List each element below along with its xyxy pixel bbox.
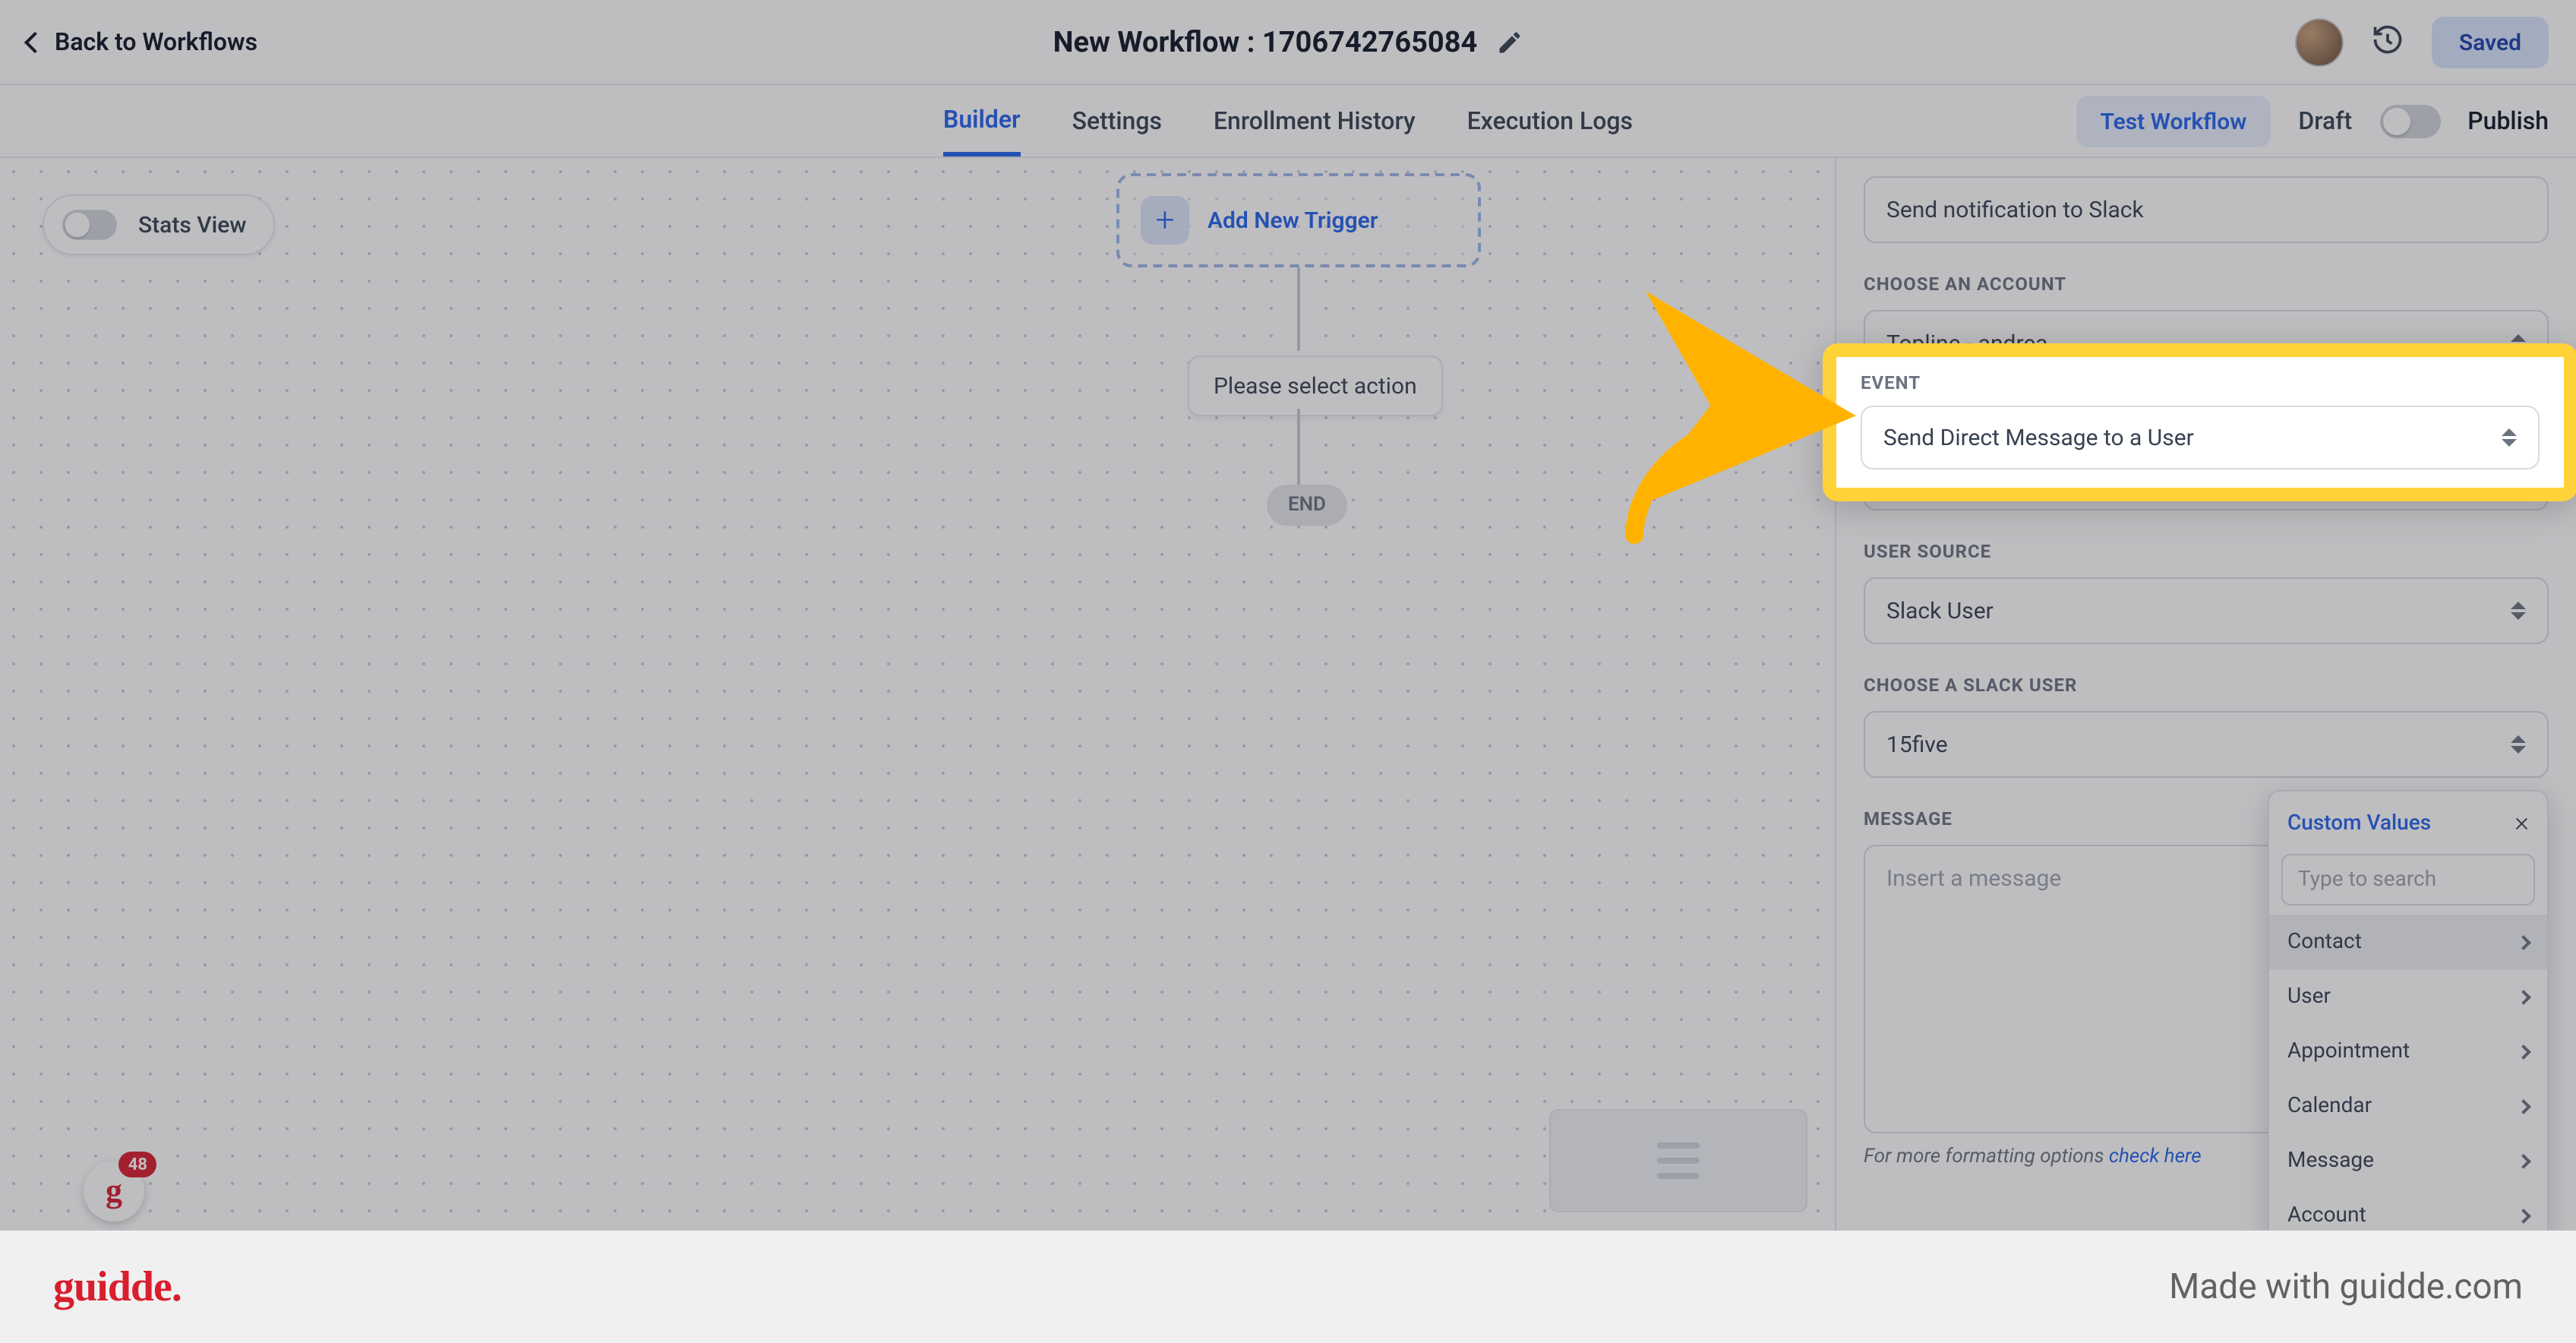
draft-label: Draft bbox=[2298, 106, 2352, 135]
action-name-field[interactable]: Send notification to Slack bbox=[1864, 176, 2549, 243]
chevron-left-icon bbox=[24, 31, 46, 52]
popover-item-calendar[interactable]: Calendar bbox=[2269, 1079, 2547, 1133]
close-icon[interactable]: × bbox=[2514, 807, 2529, 839]
edit-title-button[interactable] bbox=[1495, 28, 1523, 55]
tab-builder[interactable]: Builder bbox=[943, 86, 1021, 156]
popover-search-input[interactable]: Type to search bbox=[2281, 854, 2535, 905]
chevron-right-icon bbox=[2516, 1044, 2531, 1059]
stats-view-toggle[interactable]: Stats View bbox=[43, 194, 276, 255]
guidde-widget[interactable]: g 48 bbox=[84, 1161, 144, 1221]
add-new-trigger[interactable]: + Add New Trigger bbox=[1116, 173, 1481, 267]
tutorial-arrow-icon bbox=[1607, 383, 1850, 550]
placeholder-action-card[interactable]: Please select action bbox=[1188, 356, 1443, 416]
workflow-title: New Workflow : 1706742765084 bbox=[1053, 24, 1478, 59]
chevron-right-icon bbox=[2516, 989, 2531, 1004]
test-workflow-button[interactable]: Test Workflow bbox=[2076, 95, 2271, 147]
chevron-right-icon bbox=[2516, 934, 2531, 950]
chevron-right-icon bbox=[2516, 1208, 2531, 1223]
action-config-panel: Send notification to Slack CHOOSE AN ACC… bbox=[1835, 158, 2576, 1231]
popover-title: Custom Values bbox=[2287, 811, 2431, 835]
plus-icon: + bbox=[1141, 196, 1189, 245]
saved-badge: Saved bbox=[2432, 16, 2549, 68]
highlight-event-value: Send Direct Message to a User bbox=[1883, 424, 2194, 451]
guidde-logo: guidde. bbox=[53, 1262, 182, 1311]
connector-line bbox=[1297, 267, 1300, 351]
popover-item-appointment[interactable]: Appointment bbox=[2269, 1024, 2547, 1079]
popover-item-user[interactable]: User bbox=[2269, 969, 2547, 1024]
user-source-value: Slack User bbox=[1886, 597, 1994, 624]
user-source-label: USER SOURCE bbox=[1864, 541, 2549, 562]
select-chevrons-icon bbox=[2511, 602, 2529, 620]
tab-execution-logs[interactable]: Execution Logs bbox=[1467, 88, 1633, 153]
select-chevrons-icon bbox=[2511, 735, 2529, 754]
stats-toggle[interactable] bbox=[62, 210, 117, 240]
header: Back to Workflows New Workflow : 1706742… bbox=[0, 0, 2576, 85]
avatar[interactable] bbox=[2295, 17, 2344, 66]
choose-slack-user-label: CHOOSE A SLACK USER bbox=[1864, 675, 2549, 696]
choose-account-label: CHOOSE AN ACCOUNT bbox=[1864, 273, 2549, 295]
publish-toggle[interactable] bbox=[2379, 104, 2440, 137]
popover-item-contact[interactable]: Contact bbox=[2269, 915, 2547, 969]
chevron-right-icon bbox=[2516, 1153, 2531, 1168]
chevron-right-icon bbox=[2516, 1098, 2531, 1114]
back-label: Back to Workflows bbox=[55, 27, 257, 56]
workflow-canvas[interactable]: Stats View + Add New Trigger Please sele… bbox=[0, 158, 1835, 1231]
custom-values-popover: Custom Values × Type to search Contact U… bbox=[2268, 790, 2549, 1231]
stats-view-label: Stats View bbox=[138, 211, 247, 239]
highlight-event-select[interactable]: Send Direct Message to a User bbox=[1861, 406, 2540, 469]
made-with-label: Made with guidde.com bbox=[2169, 1266, 2523, 1307]
guidde-footer: guidde. Made with guidde.com bbox=[0, 1231, 2576, 1343]
guidde-badge-count: 48 bbox=[119, 1152, 156, 1177]
slack-user-value: 15five bbox=[1886, 731, 1948, 758]
popover-item-account[interactable]: Account bbox=[2269, 1188, 2547, 1231]
tab-settings[interactable]: Settings bbox=[1072, 88, 1162, 153]
tab-bar: Builder Settings Enrollment History Exec… bbox=[0, 85, 2576, 158]
popover-item-message[interactable]: Message bbox=[2269, 1133, 2547, 1188]
publish-label: Publish bbox=[2467, 106, 2549, 135]
slack-user-select[interactable]: 15five bbox=[1864, 711, 2549, 778]
tutorial-highlight: EVENT Send Direct Message to a User bbox=[1823, 343, 2576, 501]
action-name-value: Send notification to Slack bbox=[1886, 196, 2144, 223]
check-here-link[interactable]: check here bbox=[2109, 1146, 2202, 1168]
select-chevrons-icon bbox=[2502, 428, 2520, 447]
highlight-event-label: EVENT bbox=[1861, 372, 2540, 393]
history-icon[interactable] bbox=[2371, 22, 2404, 62]
user-source-select[interactable]: Slack User bbox=[1864, 577, 2549, 644]
add-trigger-label: Add New Trigger bbox=[1208, 207, 1378, 234]
back-to-workflows[interactable]: Back to Workflows bbox=[27, 27, 257, 56]
minimap[interactable] bbox=[1549, 1109, 1807, 1212]
tab-enrollment-history[interactable]: Enrollment History bbox=[1214, 88, 1416, 153]
end-node: END bbox=[1267, 485, 1347, 526]
